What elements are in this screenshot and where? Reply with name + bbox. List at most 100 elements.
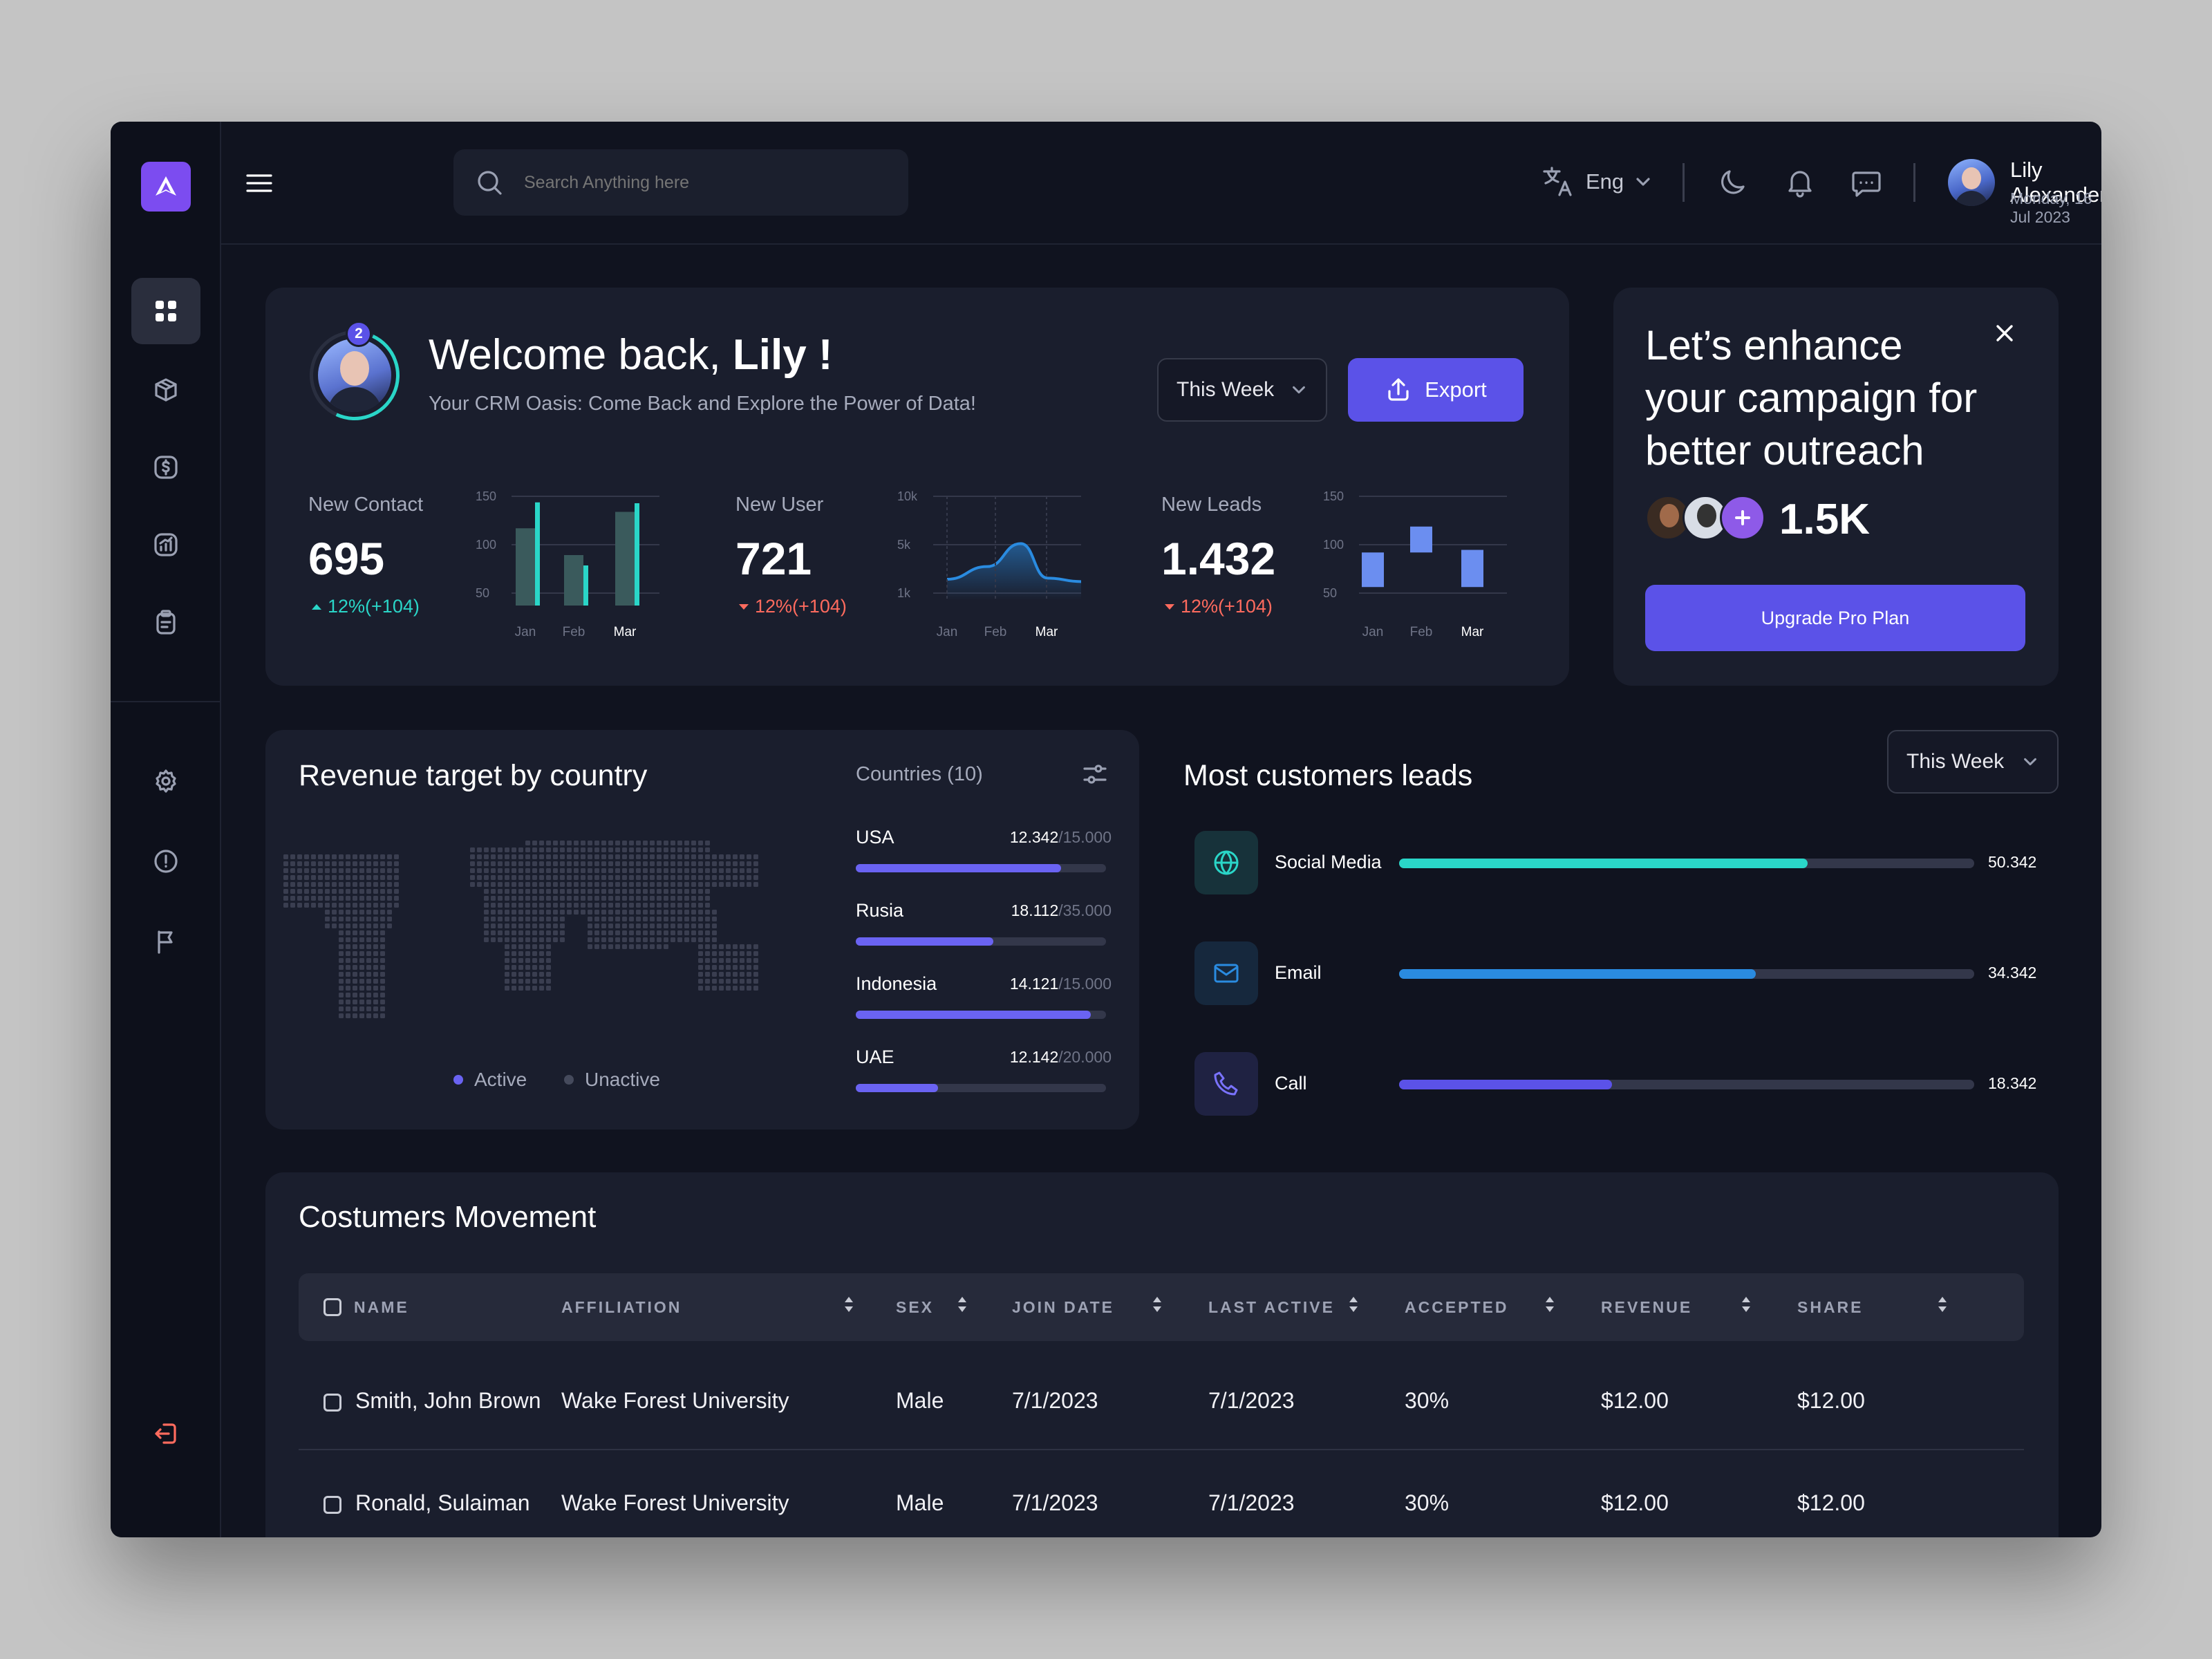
nav-reports[interactable]	[131, 589, 200, 655]
map-dot	[608, 896, 613, 901]
map-dot	[366, 958, 371, 963]
search-box[interactable]	[453, 149, 908, 216]
app-logo[interactable]	[141, 162, 191, 212]
export-button[interactable]: Export	[1348, 358, 1524, 422]
map-dot	[380, 972, 385, 977]
stat-change-value: 12%(+104)	[328, 596, 420, 617]
chat-icon	[1852, 171, 1881, 197]
map-dot	[505, 896, 509, 901]
map-dot	[477, 854, 482, 859]
column-header[interactable]: SEX	[896, 1298, 934, 1317]
nav-finance[interactable]	[131, 434, 200, 500]
map-dot	[664, 930, 668, 935]
avatar[interactable]	[1948, 159, 1995, 206]
map-dot	[657, 875, 662, 880]
map-dot	[664, 868, 668, 873]
map-dot	[608, 930, 613, 935]
nav-products[interactable]	[131, 357, 200, 423]
map-dot	[601, 917, 606, 921]
nav-alerts[interactable]	[131, 828, 200, 894]
sort-button[interactable]	[957, 1295, 968, 1317]
map-dot	[373, 1006, 378, 1011]
lead-progress	[1399, 1080, 1974, 1089]
sort-button[interactable]	[1937, 1295, 1948, 1317]
map-dot	[366, 924, 371, 928]
close-button[interactable]	[1991, 319, 2018, 350]
sort-button[interactable]	[1741, 1295, 1752, 1317]
map-dot	[546, 986, 551, 991]
sort-button[interactable]	[1544, 1295, 1555, 1317]
map-dot	[346, 1013, 350, 1018]
map-dot	[394, 882, 399, 887]
map-dot	[705, 882, 710, 887]
map-dot	[643, 910, 648, 915]
column-header[interactable]: LAST ACTIVE	[1208, 1298, 1335, 1317]
leads-period-select[interactable]: This Week	[1887, 730, 2059, 794]
search-input[interactable]	[524, 172, 870, 193]
user-date: Monday, 16 Jul 2023	[2010, 189, 2092, 226]
nav-settings[interactable]	[131, 748, 200, 814]
nav-analytics[interactable]	[131, 512, 200, 578]
promo-heading: Let’s enhance your campaign for better o…	[1645, 319, 1977, 477]
select-all-checkbox[interactable]	[324, 1298, 341, 1316]
row-checkbox[interactable]	[324, 1496, 341, 1514]
column-header[interactable]: REVENUE	[1601, 1298, 1692, 1317]
map-dot	[546, 965, 551, 970]
add-member-button[interactable]	[1720, 495, 1765, 541]
legend-dot	[453, 1075, 463, 1085]
map-dot	[346, 993, 350, 997]
map-dot	[581, 868, 585, 873]
upgrade-button[interactable]: Upgrade Pro Plan	[1645, 585, 2025, 651]
map-dot	[553, 903, 558, 908]
map-dot	[505, 972, 509, 977]
column-header[interactable]: ACCEPTED	[1405, 1298, 1509, 1317]
map-dot	[325, 889, 330, 894]
map-dot	[380, 917, 385, 921]
logout-button[interactable]	[131, 1400, 200, 1467]
row-checkbox[interactable]	[324, 1394, 341, 1412]
nav-flags[interactable]	[131, 908, 200, 975]
map-dot	[733, 965, 738, 970]
map-dot	[740, 854, 744, 859]
column-header[interactable]: JOIN DATE	[1012, 1298, 1114, 1317]
sort-button[interactable]	[1152, 1295, 1163, 1317]
map-dot	[539, 972, 544, 977]
stat-label: New Contact	[308, 494, 424, 516]
map-dot	[380, 958, 385, 963]
map-dot	[601, 882, 606, 887]
map-dot	[636, 896, 641, 901]
column-header[interactable]: NAME	[354, 1298, 409, 1317]
map-dot	[353, 875, 357, 880]
column-header[interactable]: AFFILIATION	[561, 1298, 682, 1317]
map-dot	[373, 868, 378, 873]
map-dot	[747, 986, 751, 991]
lead-value: 34.342	[1988, 964, 2037, 982]
menu-button[interactable]	[245, 169, 274, 198]
sort-button[interactable]	[843, 1295, 854, 1317]
map-dot	[304, 882, 309, 887]
period-select[interactable]: This Week	[1157, 358, 1327, 422]
notifications-button[interactable]	[1783, 166, 1817, 203]
filter-button[interactable]	[1081, 760, 1109, 791]
messages-button[interactable]	[1850, 166, 1883, 203]
nav-dashboard[interactable]	[131, 278, 200, 344]
revenue-card: Revenue target by country Countries (10)…	[265, 730, 1139, 1130]
map-dot	[297, 875, 302, 880]
sort-button[interactable]	[1348, 1295, 1359, 1317]
map-dot	[643, 875, 648, 880]
map-dot	[505, 868, 509, 873]
column-header[interactable]: SHARE	[1797, 1298, 1864, 1317]
map-dot	[525, 924, 530, 928]
map-dot	[588, 868, 592, 873]
language-selector[interactable]: Eng	[1541, 165, 1653, 199]
y-tick-label: 150	[476, 489, 496, 503]
map-dot	[553, 889, 558, 894]
country-progress	[856, 937, 1106, 946]
theme-toggle[interactable]	[1717, 166, 1750, 203]
stat-change-value: 12%(+104)	[1181, 596, 1273, 617]
map-dot	[601, 847, 606, 852]
map-dot	[387, 868, 392, 873]
map-dot	[650, 903, 655, 908]
map-dot	[525, 889, 530, 894]
map-dot	[339, 882, 344, 887]
